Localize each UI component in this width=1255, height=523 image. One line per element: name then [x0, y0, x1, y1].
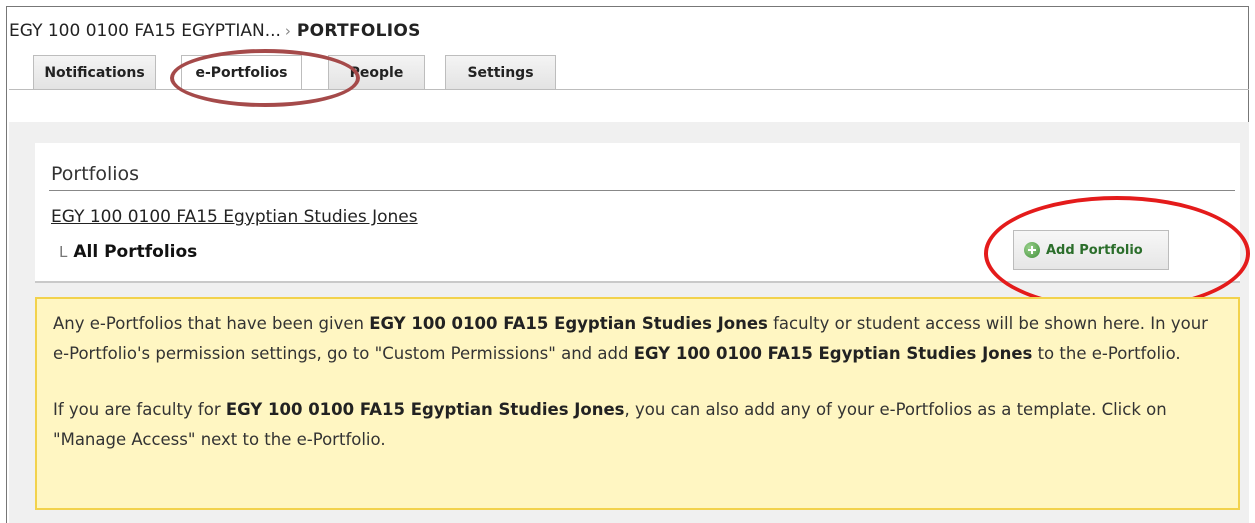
panel-title: Portfolios — [51, 163, 140, 185]
notice-course-name: EGY 100 0100 FA15 Egyptian Studies Jones — [225, 400, 625, 419]
all-portfolios-label: All Portfolios — [73, 242, 198, 262]
tab-e-portfolios[interactable]: e-Portfolios — [181, 55, 302, 90]
plus-circle-icon — [1024, 242, 1040, 258]
tab-settings[interactable]: Settings — [445, 55, 556, 89]
tree-branch-icon: L — [59, 243, 68, 261]
notice-paragraph-1: Any e-Portfolios that have been given EG… — [53, 309, 1222, 369]
breadcrumb: EGY 100 0100 FA15 EGYPTIAN... › PORTFOLIOS — [9, 21, 421, 41]
notice-text: to the e-Portfolio. — [1032, 344, 1181, 363]
notice-course-name: EGY 100 0100 FA15 Egyptian Studies Jones — [633, 344, 1033, 363]
tab-people[interactable]: People — [328, 55, 425, 89]
tab-notifications[interactable]: Notifications — [33, 55, 156, 89]
info-notice: Any e-Portfolios that have been given EG… — [35, 297, 1240, 510]
breadcrumb-separator: › — [284, 22, 291, 40]
all-portfolios-item[interactable]: L All Portfolios — [59, 242, 197, 262]
tab-divider — [9, 89, 1249, 90]
notice-text: If you are faculty for — [53, 400, 226, 419]
notice-course-name: EGY 100 0100 FA15 Egyptian Studies Jones — [369, 314, 768, 333]
add-portfolio-button[interactable]: Add Portfolio — [1013, 230, 1169, 270]
panel-divider — [49, 190, 1235, 191]
course-portfolio-link[interactable]: EGY 100 0100 FA15 Egyptian Studies Jones — [51, 207, 418, 227]
notice-text: Any e-Portfolios that have been given — [53, 314, 370, 333]
notice-paragraph-2: If you are faculty for EGY 100 0100 FA15… — [53, 395, 1222, 455]
page-title: PORTFOLIOS — [296, 21, 421, 41]
breadcrumb-course-link[interactable]: EGY 100 0100 FA15 EGYPTIAN... — [9, 21, 281, 41]
add-portfolio-label: Add Portfolio — [1046, 242, 1143, 258]
